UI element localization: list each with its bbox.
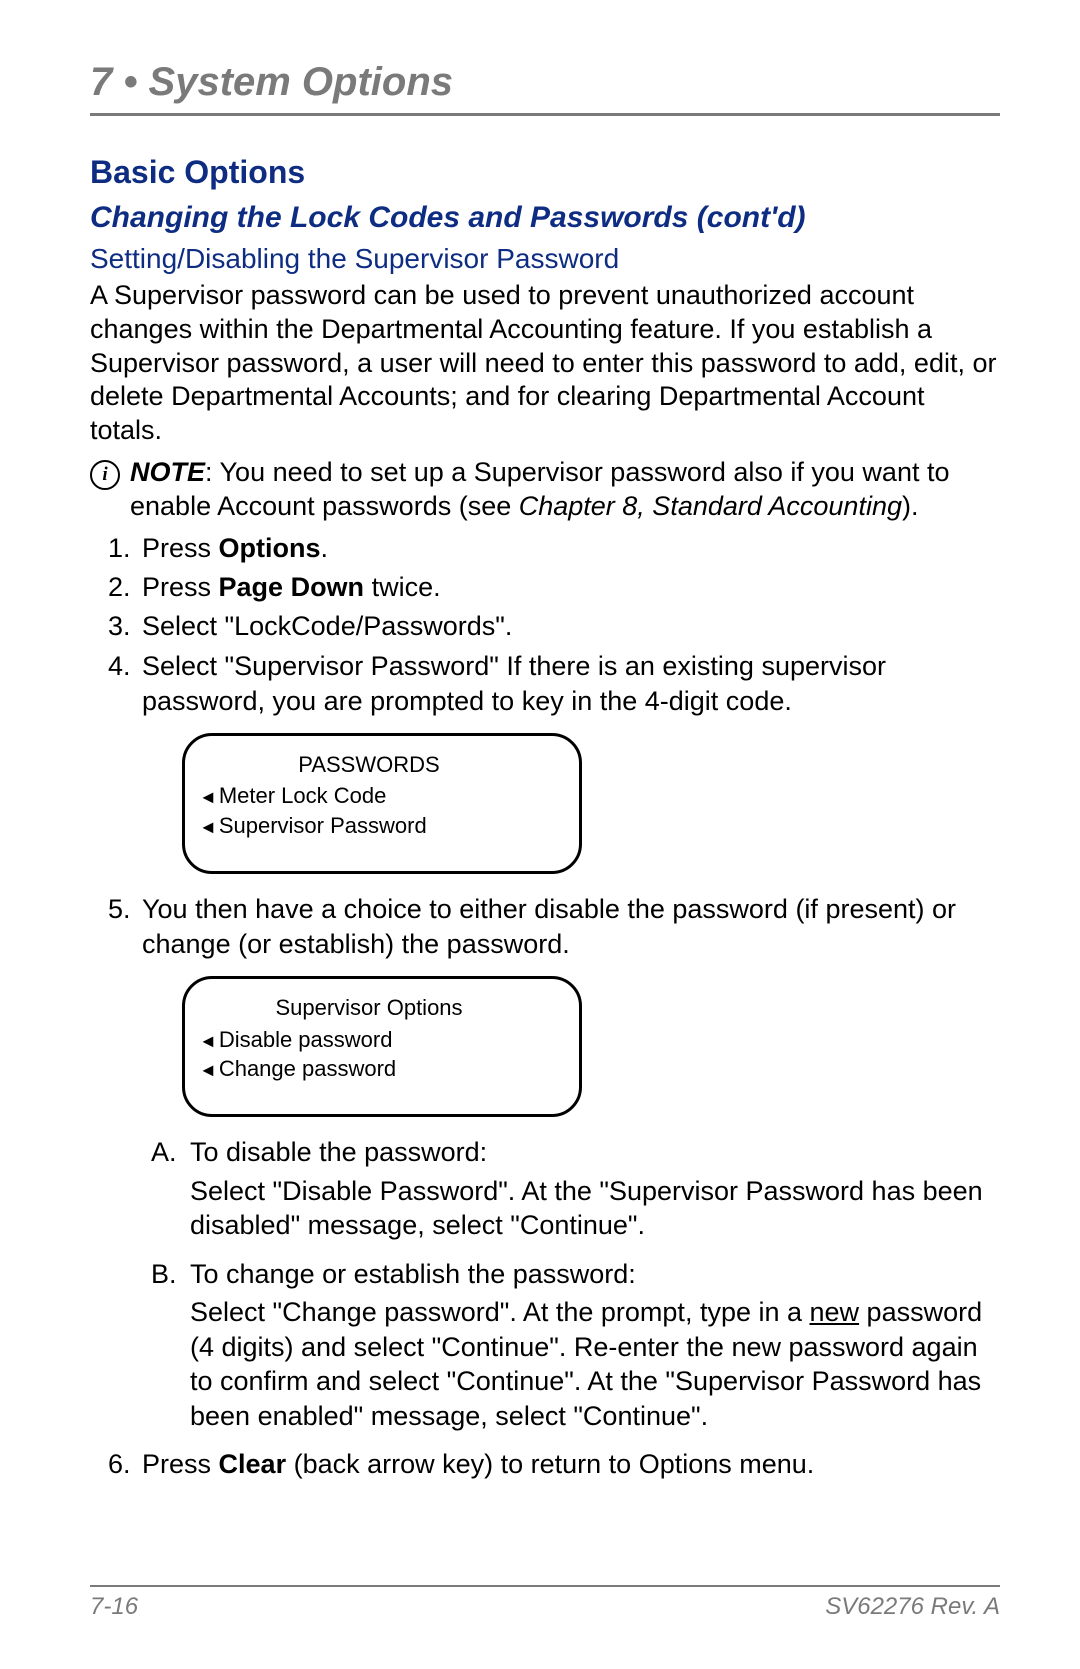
screen1-line2: Supervisor Password	[199, 811, 559, 841]
step-1-suffix: .	[321, 533, 329, 563]
chapter-title: System Options	[149, 60, 454, 104]
note-reference: Chapter 8, Standard Accounting	[519, 491, 902, 521]
note-block: i NOTE: You need to set up a Supervisor …	[90, 456, 1000, 524]
screen1-title: PASSWORDS	[199, 750, 559, 780]
document-page: 7 • System Options Basic Options Changin…	[0, 0, 1080, 1669]
chapter-bullet: •	[123, 60, 137, 104]
step-6-prefix: Press	[142, 1449, 219, 1479]
step-1-prefix: Press	[142, 533, 219, 563]
screen2-line2: Change password	[199, 1054, 559, 1084]
step-3: Select "LockCode/Passwords".	[138, 609, 1000, 644]
screen1-line1: Meter Lock Code	[199, 781, 559, 811]
section-heading: Basic Options	[90, 154, 1000, 191]
substeps-list: To disable the password: Select "Disable…	[142, 1135, 1000, 1433]
footer-page-number: 7-16	[90, 1593, 138, 1621]
step-2-suffix: twice.	[364, 572, 441, 602]
screen2-line1: Disable password	[199, 1025, 559, 1055]
screen2-title: Supervisor Options	[199, 993, 559, 1023]
page-footer: 7-16 SV62276 Rev. A	[90, 1585, 1000, 1621]
screen-passwords: PASSWORDS Meter Lock Code Supervisor Pas…	[182, 733, 582, 874]
step-4-text: Select "Supervisor Password" If there is…	[142, 651, 886, 716]
note-label: NOTE	[130, 457, 205, 487]
substep-b: To change or establish the password: Sel…	[184, 1257, 1000, 1434]
subsubsection-heading: Setting/Disabling the Supervisor Passwor…	[90, 243, 1000, 275]
chapter-number: 7	[90, 60, 112, 104]
step-6-suffix: (back arrow key) to return to Options me…	[286, 1449, 814, 1479]
substep-b-underlined: new	[810, 1297, 860, 1327]
substep-a-body: Select "Disable Password". At the "Super…	[190, 1174, 1000, 1243]
chapter-header: 7 • System Options	[90, 60, 1000, 116]
step-1: Press Options.	[138, 531, 1000, 566]
substep-a-head: To disable the password:	[190, 1137, 487, 1167]
intro-paragraph: A Supervisor password can be used to pre…	[90, 279, 1000, 448]
substep-b-head: To change or establish the password:	[190, 1259, 636, 1289]
subsection-heading: Changing the Lock Codes and Passwords (c…	[90, 201, 1000, 235]
step-2: Press Page Down twice.	[138, 570, 1000, 605]
step-4: Select "Supervisor Password" If there is…	[138, 649, 1000, 874]
step-6: Press Clear (back arrow key) to return t…	[138, 1447, 1000, 1482]
step-2-bold: Page Down	[219, 572, 365, 602]
step-1-bold: Options	[219, 533, 321, 563]
step-2-prefix: Press	[142, 572, 219, 602]
info-icon: i	[90, 460, 120, 490]
screen-supervisor-options: Supervisor Options Disable password Chan…	[182, 976, 582, 1117]
step-6-bold: Clear	[219, 1449, 287, 1479]
substep-b-body: Select "Change password". At the prompt,…	[190, 1295, 1000, 1433]
step-5-text: You then have a choice to either disable…	[142, 894, 956, 959]
substep-a: To disable the password: Select "Disable…	[184, 1135, 1000, 1243]
steps-list: Press Options. Press Page Down twice. Se…	[90, 531, 1000, 1482]
note-body-after: ).	[902, 491, 919, 521]
step-5: You then have a choice to either disable…	[138, 892, 1000, 1434]
note-text: NOTE: You need to set up a Supervisor pa…	[130, 456, 1000, 524]
footer-doc-id: SV62276 Rev. A	[825, 1593, 1000, 1621]
substep-b-before: Select "Change password". At the prompt,…	[190, 1297, 810, 1327]
